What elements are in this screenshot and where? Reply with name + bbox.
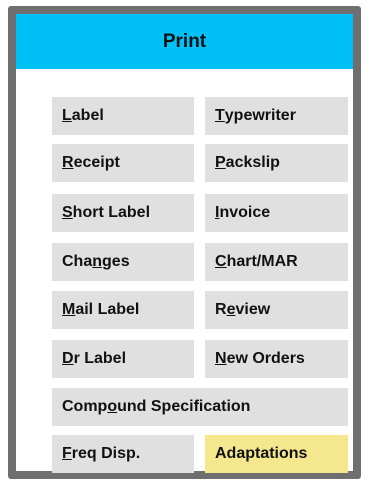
packslip-button-mnemonic: P bbox=[215, 154, 226, 171]
packslip-button-text-post: ackslip bbox=[225, 154, 280, 171]
dr-label-button[interactable]: Dr Label bbox=[52, 340, 194, 378]
packslip-button[interactable]: Packslip bbox=[205, 144, 348, 182]
mail-label-button[interactable]: Mail Label bbox=[52, 291, 194, 329]
receipt-button-mnemonic: R bbox=[62, 154, 74, 171]
title-bar: Print bbox=[16, 14, 353, 69]
freq-disp-button-mnemonic: F bbox=[62, 445, 72, 462]
new-orders-button[interactable]: New Orders bbox=[205, 340, 348, 378]
short-label-button[interactable]: Short Label bbox=[52, 194, 194, 232]
mail-label-button-text-post: ail Label bbox=[75, 301, 140, 318]
typewriter-button-text-post: ypewriter bbox=[224, 107, 296, 124]
new-orders-button-mnemonic: N bbox=[215, 350, 227, 367]
freq-disp-button[interactable]: Freq Disp. bbox=[52, 435, 194, 473]
invoice-button-text-post: nvoice bbox=[219, 204, 271, 221]
label-button-mnemonic: L bbox=[62, 107, 72, 124]
mail-label-button-mnemonic: M bbox=[62, 301, 76, 318]
adaptations-button-text-post: Adaptations bbox=[215, 445, 308, 462]
receipt-button[interactable]: Receipt bbox=[52, 144, 194, 182]
review-button-mnemonic: e bbox=[226, 301, 236, 318]
label-button-text-post: abel bbox=[71, 107, 104, 124]
review-button-text-pre: R bbox=[215, 301, 227, 318]
invoice-button[interactable]: Invoice bbox=[205, 194, 348, 232]
changes-button-text-pre: Cha bbox=[62, 253, 93, 270]
review-button-text-post: view bbox=[235, 301, 271, 318]
review-button[interactable]: Re view bbox=[205, 291, 348, 329]
adaptations-button[interactable]: Adaptations bbox=[205, 435, 348, 473]
changes-button-mnemonic: n bbox=[92, 253, 103, 270]
compound-specification-button-mnemonic: o bbox=[107, 398, 118, 415]
changes-button-text-post: ges bbox=[102, 253, 130, 270]
short-label-button-text-post: hort Label bbox=[72, 204, 151, 221]
changes-button[interactable]: Cha n ges bbox=[52, 243, 194, 281]
dr-label-button-text-post: r Label bbox=[73, 350, 127, 367]
compound-specification-button-text-post: und Specification bbox=[117, 398, 251, 415]
chart-mar-button[interactable]: Chart/MAR bbox=[205, 243, 348, 281]
compound-specification-button-text-pre: Comp bbox=[62, 398, 108, 415]
typewriter-button[interactable]: Typewriter bbox=[205, 97, 348, 135]
short-label-button-mnemonic: S bbox=[62, 204, 73, 221]
chart-mar-button-text-post: hart/MAR bbox=[226, 253, 298, 270]
print-dialog-body: Print Label Typewriter Receipt Packslip … bbox=[16, 14, 353, 473]
new-orders-button-text-post: ew Orders bbox=[226, 350, 305, 367]
label-button[interactable]: Label bbox=[52, 97, 194, 135]
receipt-button-text-post: eceipt bbox=[73, 154, 120, 171]
print-dialog: Print Label Typewriter Receipt Packslip … bbox=[8, 6, 361, 479]
dr-label-button-mnemonic: D bbox=[62, 350, 74, 367]
compound-specification-button[interactable]: Comp o und Specification bbox=[52, 388, 348, 426]
dialog-title: Print bbox=[162, 30, 207, 52]
freq-disp-button-text-post: req Disp. bbox=[71, 445, 141, 462]
typewriter-button-mnemonic: T bbox=[215, 107, 225, 124]
chart-mar-button-mnemonic: C bbox=[215, 253, 227, 270]
